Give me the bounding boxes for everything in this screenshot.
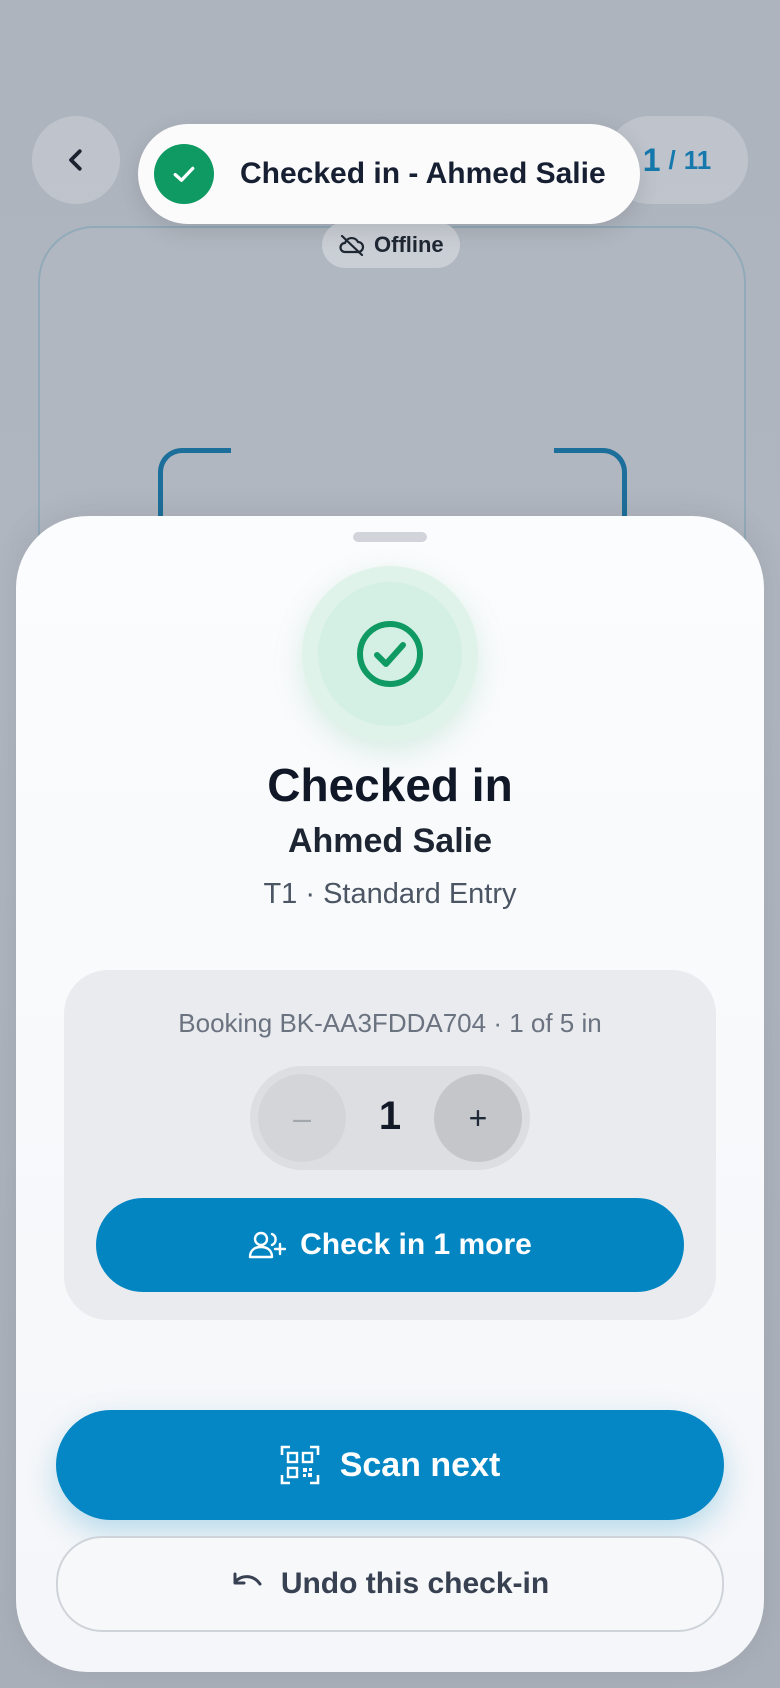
check-in-more-button[interactable]: Check in 1 more xyxy=(96,1198,684,1292)
result-title: Checked in xyxy=(267,759,513,811)
group-checkin-card: Booking BK-AA3FDDA704 · 1 of 5 in – 1 + … xyxy=(64,970,716,1320)
user-plus-icon xyxy=(248,1231,287,1259)
cloud-off-icon xyxy=(339,234,365,257)
check-in-more-label: Check in 1 more xyxy=(300,1228,532,1261)
offline-badge: Offline xyxy=(322,222,460,268)
counter-total: 11 xyxy=(683,144,712,175)
checkin-result-sheet: Checked in Ahmed Salie T1 · Standard Ent… xyxy=(16,516,764,1672)
quantity-stepper: – 1 + xyxy=(250,1066,530,1170)
undo-icon xyxy=(233,1572,262,1586)
increment-button[interactable]: + xyxy=(434,1074,522,1162)
viewfinder-corner xyxy=(554,448,627,521)
undo-checkin-button[interactable]: Undo this check-in xyxy=(56,1536,724,1632)
ticket-type: T1 · Standard Entry xyxy=(263,878,517,910)
counter-separator: / xyxy=(668,144,676,175)
scan-next-button[interactable]: Scan next xyxy=(56,1410,724,1520)
undo-label: Undo this check-in xyxy=(280,1567,550,1600)
viewfinder-corner xyxy=(158,448,231,521)
scan-next-label: Scan next xyxy=(339,1445,501,1484)
qr-code-icon xyxy=(280,1445,319,1485)
offline-label: Offline xyxy=(374,232,444,257)
toast-message: Checked in - Ahmed Salie xyxy=(240,157,606,190)
booking-info: Booking BK-AA3FDDA704 · 1 of 5 in xyxy=(178,1008,602,1038)
attendee-name: Ahmed Salie xyxy=(287,822,493,860)
success-toast: Checked in - Ahmed Salie xyxy=(138,124,640,224)
sheet-grabber[interactable] xyxy=(353,532,427,542)
check-icon xyxy=(154,144,214,204)
counter-current: 1 xyxy=(642,141,661,178)
check-circle-icon xyxy=(357,621,423,687)
success-badge xyxy=(302,566,478,742)
